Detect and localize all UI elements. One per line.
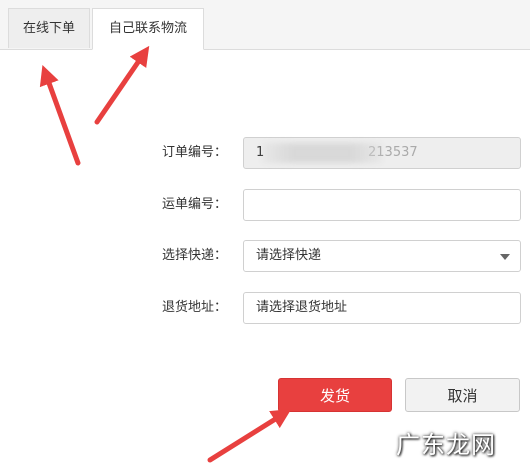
tab-online-order[interactable]: 在线下单	[8, 8, 90, 48]
arrow-to-ship-button	[207, 409, 292, 463]
order-number-row: 订单编号： 1 213537	[0, 137, 530, 169]
cancel-button[interactable]: 取消	[405, 378, 520, 412]
order-number-label: 订单编号：	[162, 145, 228, 160]
waybill-number-row: 运单编号：	[0, 189, 530, 221]
courier-select[interactable]: 请选择快递	[243, 240, 521, 272]
chevron-down-icon	[500, 254, 510, 260]
tab-bar: 在线下单 自己联系物流	[0, 0, 530, 50]
arrow-to-self-contact-tab	[94, 45, 150, 125]
tab-self-contact-logistics[interactable]: 自己联系物流	[92, 8, 204, 50]
return-address-row: 退货地址： 请选择退货地址	[0, 292, 530, 324]
waybill-number-input[interactable]	[243, 189, 521, 221]
return-address-select[interactable]: 请选择退货地址	[243, 292, 521, 324]
redaction-blur	[262, 143, 382, 163]
return-address-label: 退货地址：	[162, 300, 228, 315]
courier-row: 选择快递： 请选择快递	[0, 240, 530, 272]
ship-button[interactable]: 发货	[278, 378, 392, 412]
return-address-selected-value: 请选择退货地址	[256, 300, 348, 315]
watermark-logo: 广东龙网	[396, 431, 496, 459]
waybill-number-label: 运单编号：	[162, 197, 228, 212]
courier-label: 选择快递：	[162, 248, 228, 263]
courier-selected-value: 请选择快递	[256, 248, 322, 263]
